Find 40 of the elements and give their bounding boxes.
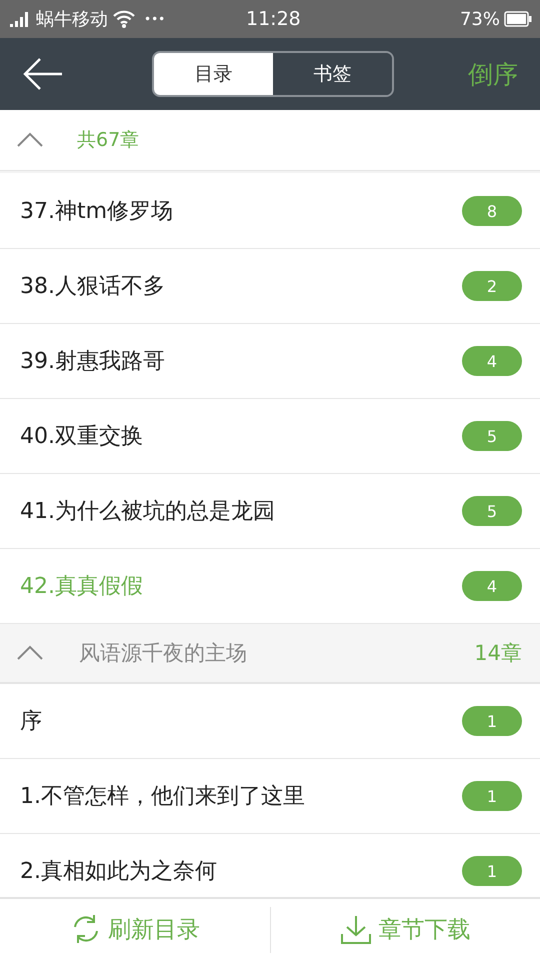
count-badge: 1	[462, 781, 522, 811]
chapter-title: 2.真相如此为之奈何	[20, 858, 217, 886]
chapter-title: 1.不管怎样，他们来到了这里	[20, 783, 305, 811]
collapse-chevron-icon[interactable]	[17, 132, 43, 148]
collapse-chevron-icon[interactable]	[17, 645, 43, 661]
chapter-row[interactable]: 1.不管怎样，他们来到了这里 1	[0, 759, 540, 834]
count-badge: 1	[462, 856, 522, 886]
count-badge: 2	[462, 271, 522, 301]
chapter-row[interactable]: 序 1	[0, 684, 540, 759]
chapter-title: 41.为什么被坑的总是龙园	[20, 498, 275, 526]
download-icon	[340, 914, 372, 945]
count-badge: 5	[462, 496, 522, 526]
count-badge: 1	[462, 706, 522, 736]
chapter-title: 37.神tm修罗场	[20, 198, 174, 226]
sort-button[interactable]: 倒序	[468, 58, 518, 90]
clock-time: 11:28	[246, 8, 301, 30]
back-arrow-icon[interactable]	[22, 57, 64, 91]
count-badge: 5	[462, 421, 522, 451]
chapter-title: 38.人狠话不多	[20, 273, 165, 301]
chapter-title: 42.真真假假	[20, 573, 143, 601]
count-badge: 4	[462, 346, 522, 376]
chapter-title: 39.射惠我路哥	[20, 348, 165, 376]
count-badge: 8	[462, 196, 522, 226]
chapter-row[interactable]: 41.为什么被坑的总是龙园 5	[0, 474, 540, 549]
tab[interactable]: 目录	[154, 53, 273, 95]
carrier-name: 蜗牛移动	[36, 8, 108, 31]
chapter-row[interactable]: 40.双重交换 5	[0, 399, 540, 474]
more-dots: •••	[144, 12, 166, 26]
count-badge: 4	[462, 571, 522, 601]
battery-icon	[504, 11, 532, 27]
wifi-icon	[112, 10, 136, 28]
chapter-title: 40.双重交换	[20, 423, 143, 451]
chapter-row[interactable]: 37.神tm修罗场 8	[0, 174, 540, 249]
chapter-title: 序	[20, 708, 42, 736]
chapter-row[interactable]: 38.人狠话不多 2	[0, 249, 540, 324]
battery-percent: 73%	[460, 8, 500, 30]
chapter-row[interactable]: 39.射惠我路哥 4	[0, 324, 540, 399]
volume-title: 风语源千夜的主场	[79, 640, 247, 667]
chapter-count: 14章	[474, 640, 522, 667]
chapter-count: 共67章	[77, 128, 140, 153]
